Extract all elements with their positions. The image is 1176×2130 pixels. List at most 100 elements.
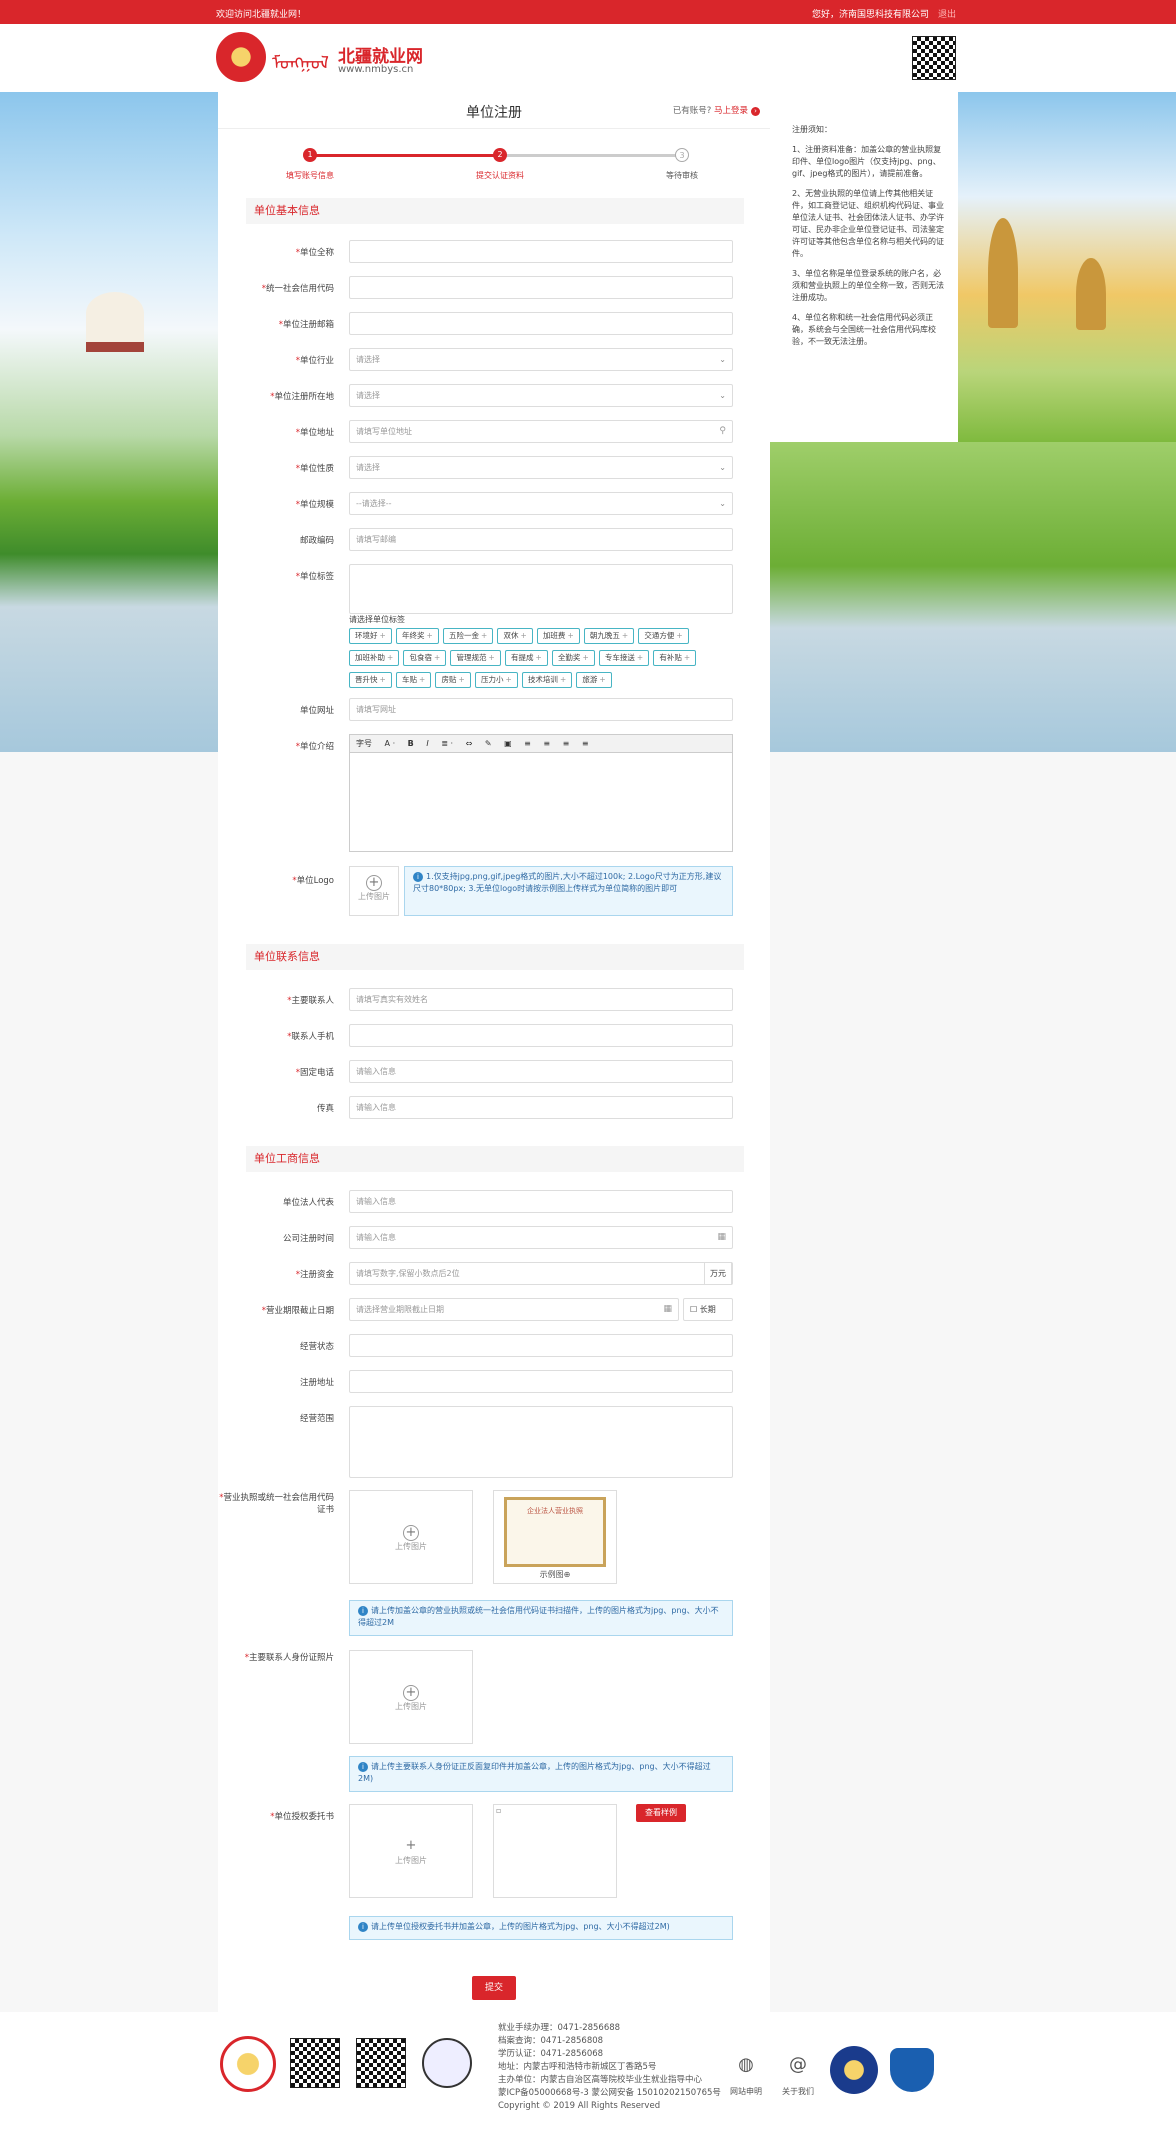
about-us-link[interactable]: 关于我们: [773, 2086, 823, 2097]
tag-option[interactable]: 双休 +: [497, 628, 533, 644]
tag-option[interactable]: 管理规范 +: [450, 650, 501, 666]
site-statement-link[interactable]: 网站申明: [721, 2086, 771, 2097]
align-center-icon[interactable]: ≡: [543, 739, 550, 748]
term-input[interactable]: 请选择营业期限截止日期 ▦: [349, 1298, 679, 1321]
tag-option[interactable]: 房贴 +: [435, 672, 471, 688]
site-emblem-icon[interactable]: [216, 32, 266, 82]
logout-link[interactable]: 退出: [938, 7, 956, 20]
tag-option[interactable]: 有提成 +: [504, 650, 548, 666]
font-color-icon[interactable]: A ·: [385, 739, 396, 748]
tag-option[interactable]: 交通方便 +: [638, 628, 689, 644]
font-size-select[interactable]: 字号: [356, 739, 372, 748]
phone-input[interactable]: 请输入信息: [349, 1060, 733, 1083]
align-left-icon[interactable]: ≡: [524, 739, 531, 748]
fax-input[interactable]: 请输入信息: [349, 1096, 733, 1119]
reg-date-input[interactable]: 请输入信息 ▦: [349, 1226, 733, 1249]
intro-label: *单位介绍: [295, 742, 334, 752]
qr-code-icon: [290, 2038, 340, 2088]
scale-select[interactable]: --请选择-- ⌄: [349, 492, 733, 515]
arrow-right-icon[interactable]: ›: [751, 107, 760, 116]
scope-textarea[interactable]: [349, 1406, 733, 1478]
police-badge-icon[interactable]: [830, 2046, 878, 2094]
plus-icon: +: [403, 1525, 419, 1541]
login-link[interactable]: 马上登录: [714, 106, 748, 116]
license-sample[interactable]: 企业法人营业执照 示例图⊕: [493, 1490, 617, 1584]
plus-icon: +: [621, 631, 629, 640]
image-icon[interactable]: ▣: [504, 739, 512, 748]
list-icon[interactable]: ≣ ·: [441, 739, 453, 748]
italic-icon[interactable]: I: [426, 739, 428, 748]
email-input[interactable]: [349, 312, 733, 335]
postcode-input[interactable]: 请填写邮编: [349, 528, 733, 551]
tag-option[interactable]: 年终奖 +: [395, 628, 439, 644]
contact-person-input[interactable]: 请填写真实有效姓名: [349, 988, 733, 1011]
link-icon[interactable]: ⇔: [466, 739, 473, 748]
mobile-input[interactable]: [349, 1024, 733, 1047]
tag-option[interactable]: 有补贴 +: [653, 650, 697, 666]
qr-code-icon: [912, 36, 956, 80]
capital-label: *注册资金: [295, 1270, 334, 1280]
scope-label: 经营范围: [299, 1414, 334, 1424]
auth-upload[interactable]: + 上传图片: [349, 1804, 473, 1898]
rich-text-editor[interactable]: 字号 A · B I ≣ · ⇔ ✎ ▣ ≡ ≡ ≡ ≡: [349, 734, 733, 852]
tag-option[interactable]: 全勤奖 +: [551, 650, 595, 666]
tags-label: *单位标签: [295, 572, 334, 582]
tag-option[interactable]: 旅游 +: [576, 672, 612, 688]
status-input[interactable]: [349, 1334, 733, 1357]
long-term-checkbox[interactable]: ☐ 长期: [683, 1298, 733, 1321]
tag-option[interactable]: 加班费 +: [536, 628, 580, 644]
region-label: *单位注册所在地: [270, 392, 334, 402]
submit-button[interactable]: 提交: [472, 1976, 516, 2000]
tag-options: 请选择单位标签 环境好 + 年终奖 + 五险一金 + 双休 + 加班费 + 朝九晚五 + 交…: [349, 614, 733, 694]
tag-option[interactable]: 压力小 +: [474, 672, 518, 688]
gov-site-badge-icon[interactable]: [890, 2048, 934, 2092]
license-label: *营业执照或统一社会信用代码证书: [219, 1493, 334, 1515]
capital-input[interactable]: 请填写数字,保留小数点后2位 万元: [349, 1262, 733, 1285]
website-input[interactable]: 请填写网址: [349, 698, 733, 721]
bold-icon[interactable]: B: [408, 739, 414, 748]
tag-option[interactable]: 环境好 +: [349, 628, 392, 644]
tag-option[interactable]: 车贴 +: [395, 672, 432, 688]
edit-icon[interactable]: ✎: [485, 739, 492, 748]
plus-icon: +: [488, 653, 495, 662]
contact-person-label: *主要联系人: [287, 996, 334, 1006]
plus-icon: +: [559, 675, 567, 684]
site-url: www.nmbys.cn: [338, 64, 414, 75]
globe-icon[interactable]: ◍: [732, 2054, 760, 2075]
nature-select[interactable]: 请选择 ⌄: [349, 456, 733, 479]
tag-option[interactable]: 朝九晚五 +: [583, 628, 635, 644]
legal-rep-input[interactable]: 请输入信息: [349, 1190, 733, 1213]
credit-code-input[interactable]: [349, 276, 733, 299]
broken-image-icon: ▫: [496, 1806, 502, 1815]
step-1-label: 填写账号信息: [286, 171, 334, 180]
welcome-text: 欢迎访问北疆就业网！: [216, 10, 307, 20]
align-right-icon[interactable]: ≡: [563, 739, 570, 748]
full-name-input[interactable]: [349, 240, 733, 263]
tag-option[interactable]: 五险一金 +: [442, 628, 494, 644]
address-input[interactable]: 请填写单位地址 ⚲: [349, 420, 733, 443]
region-select[interactable]: 请选择 ⌄: [349, 384, 733, 407]
nature-label: *单位性质: [295, 464, 334, 474]
tags-textarea[interactable]: [349, 564, 733, 614]
checkbox-icon: ☐: [690, 1305, 698, 1314]
plus-icon: +: [418, 675, 426, 684]
calendar-icon: ▦: [717, 1232, 726, 1242]
reg-address-input[interactable]: [349, 1370, 733, 1393]
view-sample-button[interactable]: 查看样例: [636, 1804, 686, 1822]
license-upload[interactable]: + 上传图片: [349, 1490, 473, 1584]
tag-option[interactable]: 专车接送 +: [598, 650, 650, 666]
tag-option[interactable]: 加班补助 +: [349, 650, 400, 666]
mongolian-logo-text: ᠮᠣᠩᠭᠣᠯ: [272, 53, 330, 74]
tag-option[interactable]: 包食宿 +: [403, 650, 447, 666]
tag-option[interactable]: 晋升快 +: [349, 672, 392, 688]
tag-option[interactable]: 技术培训 +: [521, 672, 573, 688]
plus-icon: +: [683, 653, 691, 662]
at-icon[interactable]: @: [784, 2054, 812, 2075]
plus-icon: +: [676, 631, 683, 640]
industry-select[interactable]: 请选择 ⌄: [349, 348, 733, 371]
align-justify-icon[interactable]: ≡: [582, 739, 589, 748]
logo-upload[interactable]: + 上传图片: [349, 866, 399, 916]
idcard-upload[interactable]: + 上传图片: [349, 1650, 473, 1744]
step-2-label: 提交认证资料: [476, 171, 524, 180]
plus-icon: +: [520, 631, 527, 640]
